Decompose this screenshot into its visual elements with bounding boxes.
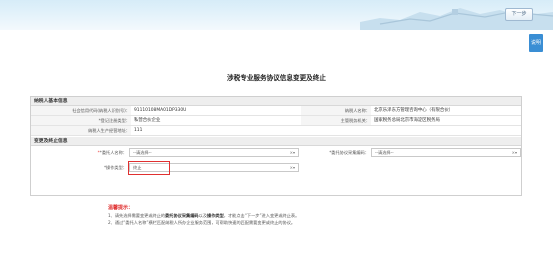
next-step-button[interactable]: 下一步 bbox=[505, 8, 533, 21]
form-panel: 纳税人基本信息 社会信用代码(纳税人识别号)： 91110108MA01DP33… bbox=[30, 96, 522, 196]
notice-title: 温馨提示： bbox=[108, 205, 134, 211]
section-taxpayer-info-header: 纳税人基本信息 bbox=[31, 97, 521, 106]
chevron-down-icon: ×▾ bbox=[511, 150, 517, 155]
notice-box: 温馨提示： 1、请先选择需要变更或终止的委托协议采集编码以及操作类型，才能点击“… bbox=[108, 205, 508, 226]
notice-line-2: 2、通过“委托人名称”横栏匹配纳税人所办企业服务范围，可帮助快速的匹配需要变更或… bbox=[108, 220, 296, 225]
agreement-code-selected: --请选择-- bbox=[375, 150, 394, 155]
help-button[interactable]: 说明 bbox=[529, 34, 543, 52]
taxpayer-name-value: 北京乐泽东方管理咨询中心（有限合伙） bbox=[374, 108, 454, 113]
trustee-name-select[interactable]: --请选择-- ×▾ bbox=[129, 148, 299, 157]
highlight-annotation-box bbox=[128, 161, 170, 175]
chevron-down-icon: ×▾ bbox=[289, 150, 295, 155]
notice-line-1: 1、请先选择需要变更或终止的委托协议采集编码以及操作类型，才能点击“下一步”进入… bbox=[108, 213, 300, 218]
chevron-down-icon: ×▾ bbox=[289, 165, 295, 170]
credit-code-value: 91110108MA01DP330U bbox=[134, 108, 187, 113]
top-banner: 下一步 bbox=[0, 0, 553, 30]
tax-authority-value: 国家税务总局北京市海淀区税务局 bbox=[374, 118, 440, 123]
section-change-info-header: 变更及终止信息 bbox=[31, 137, 521, 146]
operation-type-label: *操作类型： bbox=[103, 165, 127, 170]
registration-type-value: 私营合伙企业 bbox=[134, 118, 161, 123]
agreement-code-select[interactable]: --请选择-- ×▾ bbox=[371, 148, 521, 157]
tax-authority-label: 主管税务机关： bbox=[340, 118, 370, 123]
registration-type-label: *登记注册类型： bbox=[98, 118, 130, 123]
agreement-code-label: *委托协议采集编码： bbox=[329, 150, 369, 155]
value-cell bbox=[131, 126, 521, 136]
page-title: 涉税专业服务协议信息变更及终止 bbox=[227, 74, 326, 82]
taxpayer-name-label: 纳税人名称： bbox=[344, 108, 370, 113]
business-address-label: 纳税人生产经营地址： bbox=[88, 128, 130, 133]
trustee-name-label: **委托人名称： bbox=[97, 150, 127, 155]
trustee-name-selected: --请选择-- bbox=[133, 150, 152, 155]
credit-code-label: 社会信用代码(纳税人识别号)： bbox=[72, 108, 130, 113]
business-address-value: 111 bbox=[134, 128, 143, 133]
